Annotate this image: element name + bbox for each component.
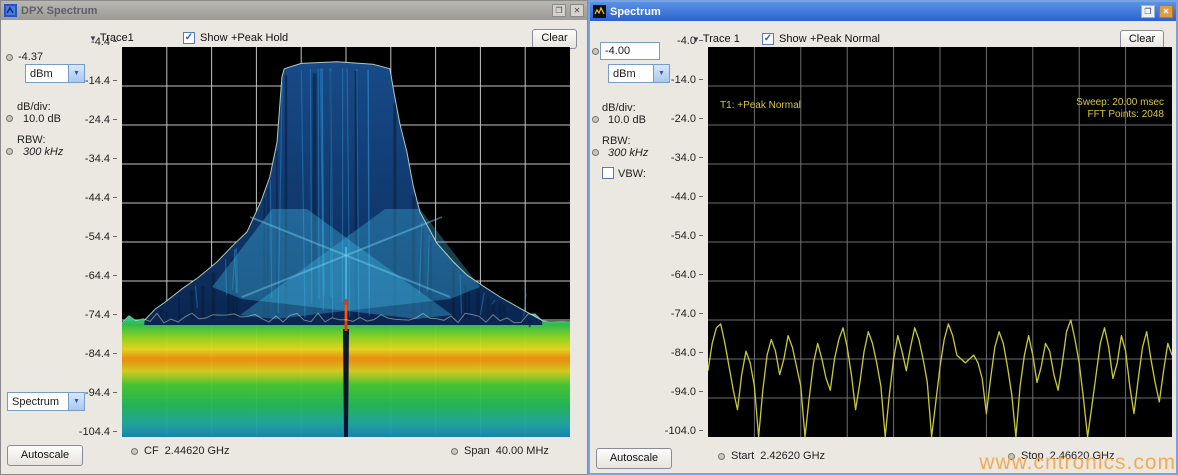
- peg-icon[interactable]: [451, 448, 458, 455]
- restore-button[interactable]: ❐: [552, 4, 566, 17]
- ref-level-input[interactable]: -4.00: [600, 42, 660, 60]
- show-label: Show: [200, 32, 228, 44]
- window-title: DPX Spectrum: [21, 5, 548, 17]
- rbw-label: RBW:: [602, 135, 631, 147]
- peg-icon[interactable]: [592, 48, 599, 55]
- y-axis-label: -94.0: [671, 386, 703, 398]
- center-frequency-readout[interactable]: CF 2.44620 GHz: [131, 445, 230, 457]
- start-value[interactable]: 2.42620 GHz: [760, 450, 825, 462]
- close-button[interactable]: ✕: [570, 4, 584, 17]
- db-div-label: dB/div:: [17, 101, 51, 113]
- spectrum-window: Spectrum ❐ ✕ ▼Trace 1 ✓ Show +Peak Norma…: [588, 0, 1178, 475]
- db-div-value[interactable]: 10.0 dB: [23, 113, 61, 125]
- peg-icon[interactable]: [718, 453, 725, 460]
- span-readout[interactable]: Span 40.00 MHz: [451, 445, 549, 457]
- peg-icon[interactable]: [6, 115, 13, 122]
- dpx-spectrum-window: DPX Spectrum ❐ ✕ ▼Trace1 ✓ Show +Peak Ho…: [0, 0, 588, 475]
- vbw-label: VBW:: [618, 168, 646, 180]
- y-axis-label: -54.0: [671, 230, 703, 242]
- detection-label: +Peak Normal: [810, 33, 880, 45]
- chevron-down-icon[interactable]: ▼: [68, 65, 84, 82]
- close-button[interactable]: ✕: [1159, 5, 1173, 18]
- dpx-titlebar[interactable]: DPX Spectrum ❐ ✕: [1, 1, 587, 20]
- y-axis-label: -64.0: [671, 269, 703, 281]
- y-axis-label: -84.4: [85, 348, 117, 360]
- db-div-label: dB/div:: [602, 102, 636, 114]
- spectrum-plot[interactable]: T1: +Peak Normal Sweep: 20.00 msec FFT P…: [708, 47, 1172, 437]
- cf-value[interactable]: 2.44620 GHz: [165, 445, 230, 457]
- peg-icon[interactable]: [592, 149, 599, 156]
- start-frequency-readout[interactable]: Start 2.42620 GHz: [718, 450, 825, 462]
- start-label: Start: [731, 450, 754, 462]
- y-axis-label: -34.0: [671, 152, 703, 164]
- y-axis-label: -14.4: [85, 75, 117, 87]
- ref-level-value[interactable]: -4.37: [18, 51, 43, 63]
- clear-button[interactable]: Clear: [532, 29, 577, 49]
- restore-button[interactable]: ❐: [1141, 5, 1155, 18]
- detection-label: +Peak Hold: [231, 32, 288, 44]
- chevron-down-icon[interactable]: ▼: [653, 65, 669, 82]
- y-axis-label: -84.0: [671, 347, 703, 359]
- y-axis-label: -104.0: [665, 425, 703, 437]
- watermark: www.cntronics.com: [979, 451, 1176, 475]
- dpx-app-icon: [4, 4, 17, 17]
- y-axis-label: -104.4: [79, 426, 117, 438]
- show-checkbox[interactable]: ✓: [183, 32, 195, 44]
- window-title: Spectrum: [610, 6, 1137, 18]
- cf-label: CF: [144, 445, 159, 457]
- y-axis-label: -24.4: [85, 114, 117, 126]
- y-axis-label: -44.4: [85, 192, 117, 204]
- show-checkbox[interactable]: ✓: [762, 33, 774, 45]
- autoscale-button[interactable]: Autoscale: [7, 445, 83, 466]
- check-icon: ✓: [764, 33, 772, 44]
- db-div-value[interactable]: 10.0 dB: [608, 114, 646, 126]
- y-axis-label: -54.4: [85, 231, 117, 243]
- peg-icon[interactable]: [592, 116, 599, 123]
- y-axis-label: -94.4: [85, 387, 117, 399]
- y-axis-label: -14.0: [671, 74, 703, 86]
- vbw-checkbox[interactable]: [602, 167, 614, 179]
- show-label: Show: [779, 33, 807, 45]
- chevron-down-icon[interactable]: ▼: [68, 393, 84, 410]
- peg-icon[interactable]: [131, 448, 138, 455]
- y-axis-label: -34.4: [85, 153, 117, 165]
- rbw-label: RBW:: [17, 134, 46, 146]
- peg-icon[interactable]: [6, 54, 13, 61]
- spectrum-app-icon: [593, 5, 606, 18]
- sweep-annotation: Sweep: 20.00 msec FFT Points: 2048: [1076, 97, 1164, 121]
- y-axis-label: -44.0: [671, 191, 703, 203]
- y-axis-label: -74.0: [671, 308, 703, 320]
- spectrum-titlebar[interactable]: Spectrum ❐ ✕: [590, 2, 1176, 21]
- span-label: Span: [464, 445, 490, 457]
- display-mode-combobox[interactable]: Spectrum▼: [7, 392, 85, 411]
- autoscale-button[interactable]: Autoscale: [596, 448, 672, 469]
- rbw-value[interactable]: 300 kHz: [23, 146, 63, 158]
- y-axis-label: -24.0: [671, 113, 703, 125]
- rbw-value[interactable]: 300 kHz: [608, 147, 648, 159]
- check-icon: ✓: [185, 32, 193, 43]
- y-axis-label: -4.0: [677, 35, 703, 47]
- y-axis-label: -74.4: [85, 309, 117, 321]
- dpx-plot[interactable]: [122, 47, 570, 437]
- peg-icon[interactable]: [6, 148, 13, 155]
- y-axis-label: -64.4: [85, 270, 117, 282]
- units-combobox[interactable]: dBm▼: [25, 64, 85, 83]
- trace-annotation: T1: +Peak Normal: [720, 100, 801, 112]
- units-combobox[interactable]: dBm▼: [608, 64, 670, 83]
- y-axis-label: -4.4: [91, 36, 117, 48]
- span-value[interactable]: 40.00 MHz: [496, 445, 549, 457]
